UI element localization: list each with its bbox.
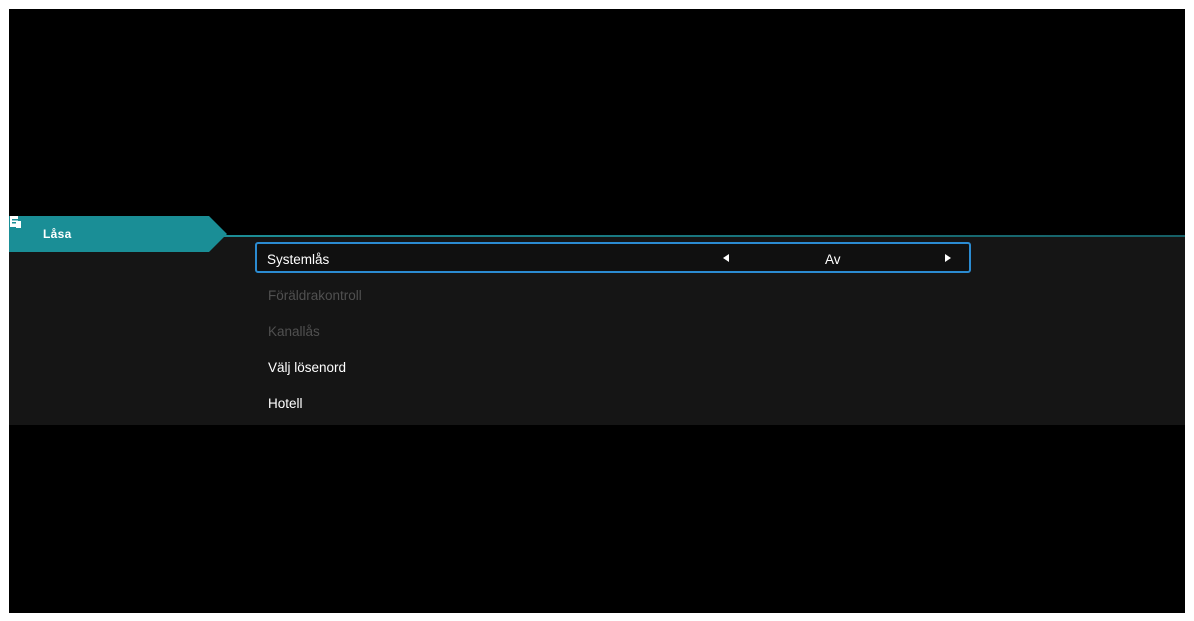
- arrow-left-icon[interactable]: [723, 254, 729, 262]
- lock-menu: Systemlås Av Föräldrakontroll Kanallås V…: [255, 242, 971, 422]
- menu-item-label: Välj lösenord: [268, 360, 347, 375]
- tab-lock[interactable]: Låsa: [9, 216, 227, 252]
- tab-background: [9, 216, 227, 252]
- menu-item-channel-lock: Kanallås: [255, 314, 971, 350]
- menu-item-label: Föräldrakontroll: [268, 288, 362, 303]
- menu-item-label: Systemlås: [267, 252, 330, 267]
- menu-item-parental-control: Föräldrakontroll: [255, 278, 971, 314]
- tab-label: Låsa: [43, 227, 72, 241]
- tv-screen: Låsa Systemlås Av Föräldrakontroll Kanal…: [9, 9, 1185, 613]
- menu-item-label: Kanallås: [268, 324, 320, 339]
- lock-document-icon: [10, 216, 21, 228]
- menu-item-select-password[interactable]: Välj lösenord: [255, 350, 971, 386]
- menu-item-system-lock[interactable]: Systemlås Av: [255, 242, 971, 273]
- option-value: Av: [825, 252, 841, 267]
- menu-item-hotel[interactable]: Hotell: [255, 386, 971, 422]
- arrow-right-icon[interactable]: [945, 254, 951, 262]
- menu-item-label: Hotell: [268, 396, 303, 411]
